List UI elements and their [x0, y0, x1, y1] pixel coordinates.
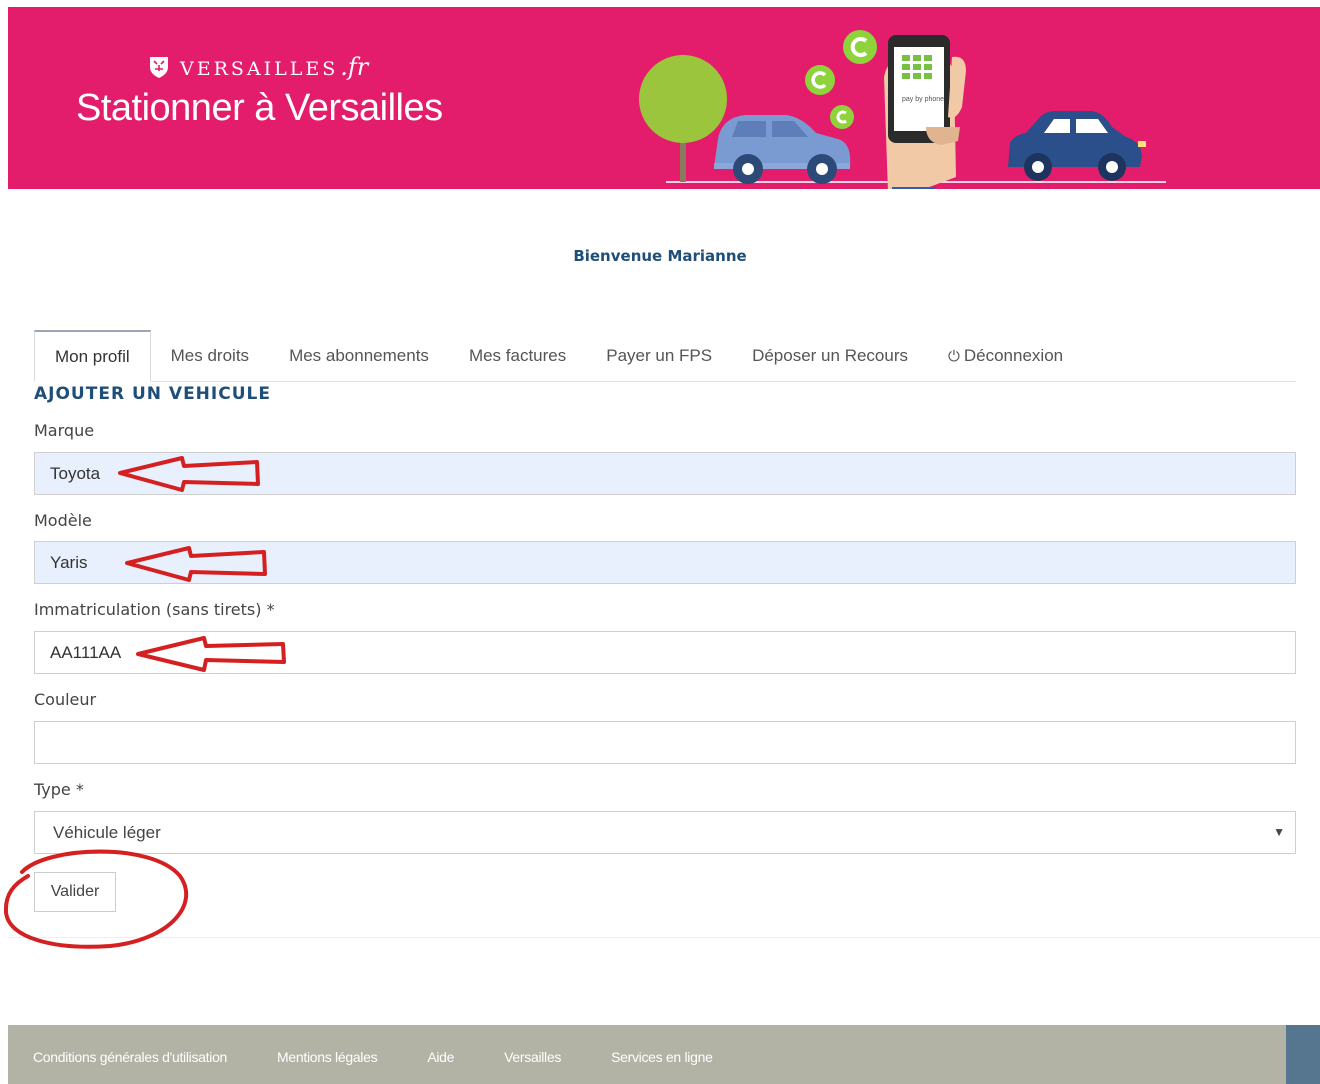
- tab-mes-droits[interactable]: Mes droits: [151, 330, 269, 382]
- tab-mes-abonnements[interactable]: Mes abonnements: [269, 330, 449, 382]
- section-title: AJOUTER UN VEHICULE: [34, 384, 271, 404]
- power-icon: ⏻: [948, 347, 960, 365]
- content-divider: [8, 937, 1320, 938]
- svg-text:pay by phone: pay by phone: [902, 96, 944, 103]
- couleur-input[interactable]: [50, 722, 1295, 763]
- modele-label: Modèle: [34, 511, 92, 530]
- chevron-down-icon: ▼: [1273, 825, 1285, 839]
- tree-icon: [639, 55, 727, 182]
- type-select[interactable]: Véhicule léger ▼: [34, 811, 1296, 854]
- footer: Conditions générales d'utilisation Menti…: [8, 1025, 1320, 1084]
- brand-wordmark: VERSAILLES.fr: [180, 53, 369, 81]
- footer-link-aide[interactable]: Aide: [427, 1049, 454, 1065]
- site-title: Stationner à Versailles: [76, 87, 443, 129]
- footer-accent: [1286, 1025, 1320, 1084]
- tab-deposer-recours[interactable]: Déposer un Recours: [732, 330, 928, 382]
- tab-deconnexion-label: Déconnexion: [963, 346, 1064, 365]
- car-icon: [714, 115, 851, 184]
- arrow-annotation-immatriculation: [136, 636, 286, 672]
- footer-link-mentions-legales[interactable]: Mentions légales: [277, 1049, 378, 1065]
- header-illustration: pay by phone: [639, 30, 1166, 189]
- type-select-value: Véhicule léger: [53, 822, 161, 842]
- profile-tabs: Mon profil Mes droits Mes abonnements Me…: [34, 330, 1296, 382]
- header-banner: VERSAILLES.fr Stationner à Versailles pa…: [8, 7, 1320, 189]
- arrow-annotation-marque: [118, 456, 260, 492]
- type-label: Type *: [34, 780, 84, 799]
- welcome-message: Bienvenue Marianne: [573, 247, 747, 265]
- footer-link-services-en-ligne[interactable]: Services en ligne: [611, 1049, 713, 1065]
- circle-annotation-valider: [3, 849, 188, 949]
- arrow-annotation-modele: [125, 546, 267, 582]
- footer-links: Conditions générales d'utilisation Menti…: [33, 1049, 713, 1065]
- tab-mes-factures[interactable]: Mes factures: [449, 330, 586, 382]
- crest-icon: [150, 57, 168, 78]
- car-icon: [1008, 111, 1146, 181]
- phone-icon: pay by phone: [884, 35, 966, 189]
- tab-deconnexion[interactable]: ⏻ Déconnexion: [928, 330, 1083, 382]
- tab-mon-profil[interactable]: Mon profil: [34, 330, 151, 382]
- tab-payer-fps[interactable]: Payer un FPS: [586, 330, 732, 382]
- marque-label: Marque: [34, 421, 95, 440]
- couleur-label: Couleur: [34, 690, 97, 709]
- immatriculation-label: Immatriculation (sans tirets) *: [34, 600, 275, 619]
- coin-icon: [805, 30, 877, 129]
- footer-link-cgu[interactable]: Conditions générales d'utilisation: [33, 1049, 227, 1065]
- couleur-field[interactable]: [34, 721, 1296, 764]
- site-brand[interactable]: VERSAILLES.fr: [148, 53, 368, 81]
- footer-link-versailles[interactable]: Versailles: [504, 1049, 561, 1065]
